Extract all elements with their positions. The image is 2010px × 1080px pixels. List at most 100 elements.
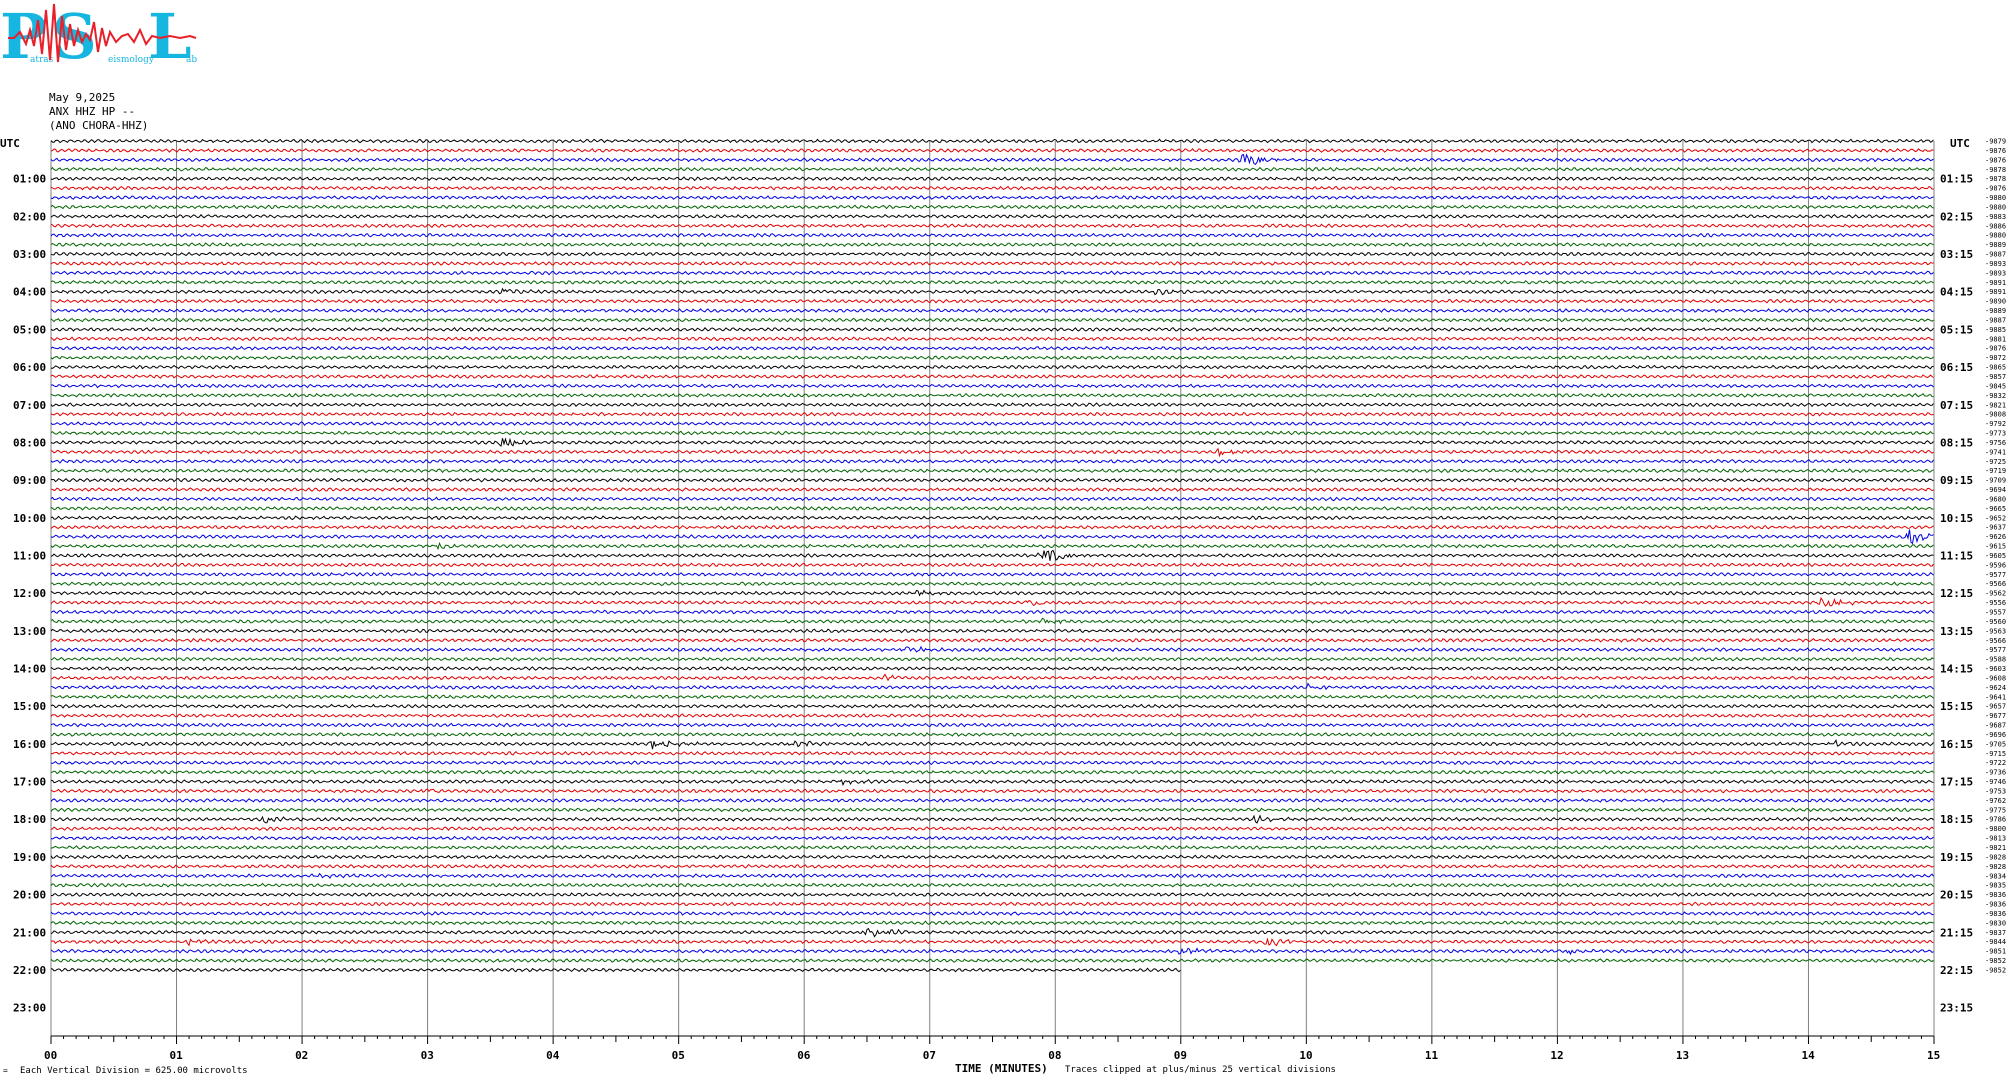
seismic-trace [50,195,1934,201]
left-hour-label: 21:00 [13,926,46,939]
trace-offset-label: -9890 [1985,298,2006,306]
seismic-trace [50,232,1934,238]
seismic-trace [50,713,1934,719]
seismic-trace [50,788,1934,794]
x-tick-label: 04 [546,1049,560,1062]
seismic-trace [50,967,1181,973]
trace-offset-label: -9879 [1985,138,2006,146]
seismic-trace [50,760,1934,766]
seismic-trace [50,496,1934,502]
seismic-trace [50,826,1934,832]
trace-offset-label: -9828 [1985,863,2006,871]
right-hour-label: 13:15 [1940,625,1973,638]
trace-offset-label: -9836 [1985,891,2006,899]
trace-offset-label: -9562 [1985,590,2006,598]
left-hour-label: 16:00 [13,738,46,751]
trace-offset-label: -9557 [1985,609,2006,617]
trace-offset-label: -9715 [1985,750,2006,758]
seismic-trace [50,421,1934,427]
trace-offset-label: -9876 [1985,345,2006,353]
right-hour-label: 20:15 [1940,889,1973,902]
trace-offset-label: -9677 [1985,712,2006,720]
trace-offset-label: -9836 [1985,901,2006,909]
seismic-trace [50,892,1934,898]
left-hour-label: 15:00 [13,700,46,713]
seismic-trace [50,927,1934,938]
left-hour-label: 20:00 [13,889,46,902]
seismic-trace [50,185,1934,191]
seismic-trace [50,213,1934,219]
seismic-trace [50,345,1934,351]
trace-offset-label: -9608 [1985,674,2006,682]
right-hour-label: 18:15 [1940,813,1973,826]
seismic-trace [50,402,1934,408]
trace-offset-label: -9736 [1985,769,2006,777]
seismic-trace [50,204,1934,210]
seismic-trace [50,223,1934,229]
trace-offset-label: -9832 [1985,392,2006,400]
trace-offset-label: -9694 [1985,486,2006,494]
seismic-trace [50,769,1934,775]
trace-offset-label: -9887 [1985,251,2006,259]
trace-offset-labels: -9879-9876-9876-9878-9878-9876-9880-9880… [1985,138,2006,975]
seismic-trace [50,392,1934,398]
left-hour-label: 07:00 [13,399,46,412]
trace-offset-label: -9641 [1985,693,2006,701]
seismic-trace [50,477,1934,483]
trace-offset-label: -9808 [1985,411,2006,419]
right-hour-label: 16:15 [1940,738,1973,751]
trace-offset-label: -9725 [1985,458,2006,466]
left-hour-label: 08:00 [13,436,46,449]
right-hour-label: 10:15 [1940,512,1973,525]
trace-offset-label: -9792 [1985,420,2006,428]
seismic-trace [50,845,1934,850]
trace-offset-label: -9762 [1985,797,2006,805]
seismic-trace [50,920,1934,926]
trace-offset-label: -9756 [1985,439,2006,447]
trace-offset-label: -9876 [1985,156,2006,164]
trace-offset-label: -9657 [1985,703,2006,711]
seismic-trace [50,153,1934,166]
seismic-trace [50,937,1934,947]
x-tick-label: 05 [672,1049,685,1062]
left-hour-label: 10:00 [13,512,46,525]
left-hour-label: 12:00 [13,587,46,600]
psl-logo: P S Latras eismology ab [0,0,197,73]
x-axis: 00 01 02 03 04 05 06 07 08 09 10 11 12 13 14 15 [44,1036,1940,1062]
trace-offset-label: -9719 [1985,467,2006,475]
seismic-trace [50,628,1934,634]
trace-offset-label: -9851 [1985,948,2006,956]
trace-offset-label: -9615 [1985,543,2006,551]
trace-offset-label: -9624 [1985,684,2006,692]
seismic-trace [50,750,1934,756]
trace-offset-label: -9687 [1985,722,2006,730]
seismic-trace [50,581,1934,587]
seismic-trace [50,854,1934,860]
left-hour-label: 02:00 [13,210,46,223]
trace-offset-label: -9637 [1985,524,2006,532]
trace-offset-label: -9883 [1985,213,2006,221]
seismic-trace [50,673,1934,682]
left-hour-labels: 01:00 02:00 03:00 04:00 05:00 06:00 07:00 08:00… [13,173,46,1015]
x-tick-label: 15 [1927,1049,1940,1062]
seismic-trace [50,797,1934,803]
seismic-trace [50,242,1934,248]
trace-offset-label: -9830 [1985,919,2006,927]
trace-offset-label: -9560 [1985,618,2006,626]
seismic-trace [50,166,1934,172]
right-hour-labels: 01:15 02:15 03:15 04:15 05:15 06:15 07:15 08:15… [1940,173,1973,1015]
trace-offset-label: -9889 [1985,307,2006,315]
left-hour-label: 13:00 [13,625,46,638]
left-hour-label: 05:00 [13,323,46,336]
x-tick-label: 07 [923,1049,936,1062]
right-hour-label: 03:15 [1940,248,1973,261]
trace-offset-label: -9891 [1985,279,2006,287]
trace-offset-label: -9889 [1985,241,2006,249]
left-axis-title: UTC [0,137,20,150]
seismic-trace [50,260,1934,266]
trace-offset-label: -9872 [1985,354,2006,362]
seismic-trace [50,722,1934,728]
seismic-trace [50,835,1934,841]
right-hour-label: 15:15 [1940,700,1973,713]
trace-offset-label: -9836 [1985,910,2006,918]
